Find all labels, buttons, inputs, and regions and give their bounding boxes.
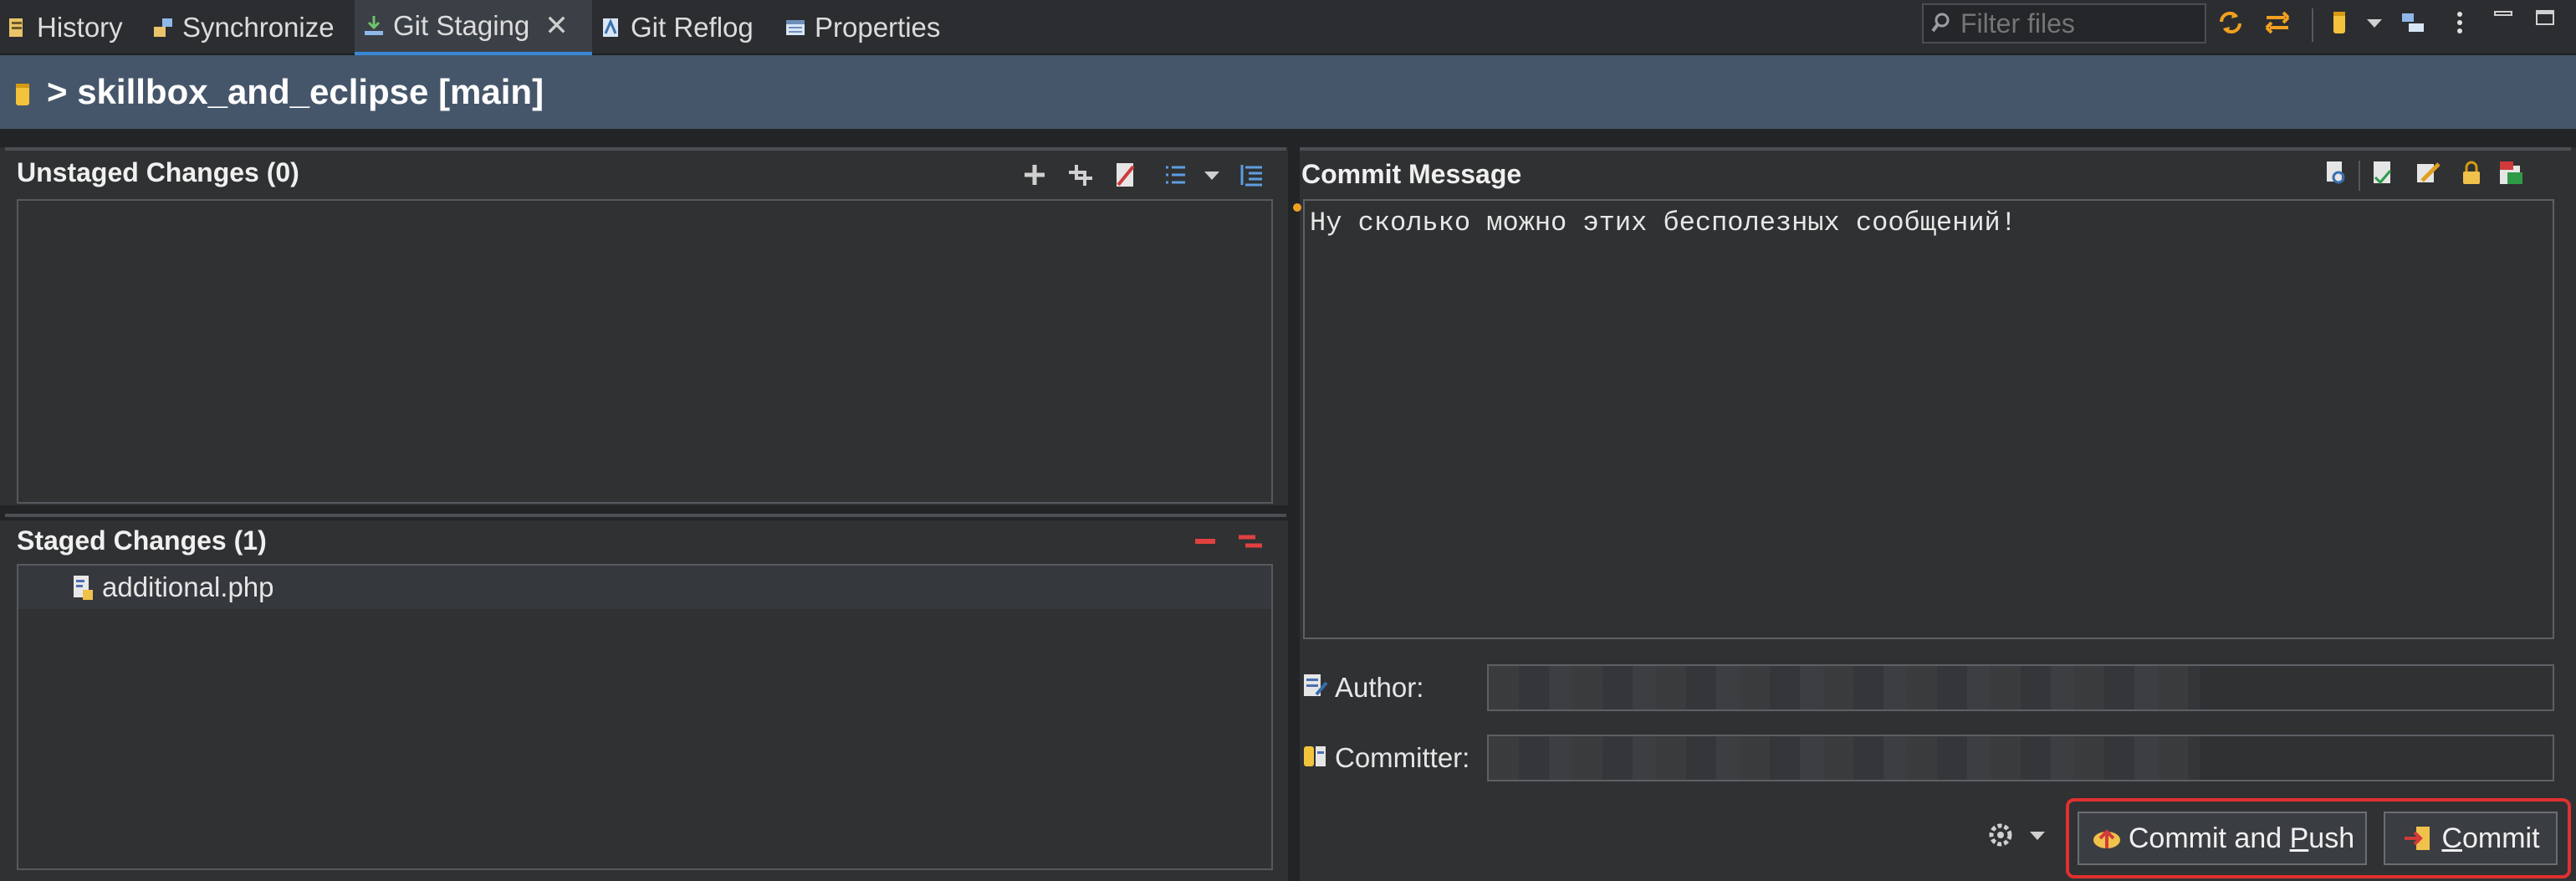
unstage-all-icon[interactable] [1236,527,1265,556]
synchronize-icon [154,18,172,37]
commit-history-icon[interactable] [2322,159,2350,187]
committer-icon [1304,746,1326,766]
tab-history[interactable]: History [7,0,141,55]
properties-icon [786,20,805,35]
change-id-icon[interactable] [2497,159,2526,187]
author-label: Author: [1335,672,1424,703]
refresh-icon[interactable] [2216,8,2245,37]
search-icon [1931,13,1950,33]
file-name: additional.php [102,571,274,602]
staged-title: Staged Changes (1) [17,525,267,556]
unstaged-header: Unstaged Changes (0) [5,147,1286,197]
repository-header: > skillbox_and_eclipse [main] [0,55,2576,129]
filter-files-input[interactable] [1959,7,2205,40]
push-icon [2093,829,2120,848]
gear-icon[interactable] [1986,820,2016,850]
chevron-down-icon[interactable] [2360,8,2389,37]
stage-all-icon[interactable] [1066,161,1094,189]
compare-mode-icon[interactable] [2263,8,2292,37]
ignore-icon[interactable] [1111,161,1139,189]
sash [1288,147,1300,881]
staged-header: Staged Changes (1) [5,514,1286,564]
committer-field[interactable] [1487,735,2554,781]
stage-selected-icon[interactable] [1020,161,1049,189]
commit-message-title: Commit Message [1301,159,1522,189]
repository-icon[interactable] [2325,8,2354,37]
commit-message-header: Commit Message [1300,147,2571,197]
maximize-icon[interactable] [2531,3,2559,32]
commit-message-input[interactable] [1303,199,2554,639]
commit-button[interactable]: Commit [2384,812,2558,865]
php-file-icon [74,576,93,600]
amend-icon[interactable] [2414,159,2442,187]
tab-synchronize[interactable]: Synchronize [152,0,350,55]
tab-git-reflog[interactable]: Git Reflog [601,0,785,55]
unstaged-title: Unstaged Changes (0) [17,157,299,187]
history-icon [9,18,23,37]
commit-and-push-button[interactable]: Commit and Push [2078,812,2367,865]
chevron-down-icon[interactable] [2026,823,2049,847]
author-icon [1304,674,1328,696]
content-assist-icon [1293,203,1301,212]
lock-icon[interactable] [2457,159,2486,187]
repository-title: > skillbox_and_eclipse [main] [47,72,544,111]
tab-git-staging[interactable]: Git Staging ✕ [355,0,592,55]
list-view-icon[interactable] [1161,161,1189,189]
view-menu-icon[interactable] [2446,8,2474,37]
close-icon[interactable]: ✕ [544,9,569,43]
git-reflog-icon [603,18,618,37]
unstage-selected-icon[interactable] [1191,527,1219,556]
redacted-area [1489,666,2200,709]
toolbar-separator [2359,161,2360,191]
layout-icon[interactable] [2399,8,2427,37]
repository-icon [16,84,29,105]
staged-file-list[interactable]: additional.php [17,564,1273,870]
committer-label: Committer: [1335,742,1470,773]
toolbar-separator [2312,8,2313,42]
chevron-down-icon[interactable] [1198,161,1226,189]
commit-icon [2405,827,2430,850]
minimize-icon[interactable] [2489,3,2517,32]
list-item[interactable]: additional.php [18,566,1271,609]
add-signed-off-icon[interactable] [2369,159,2397,187]
author-field[interactable] [1487,664,2554,711]
tab-properties[interactable]: Properties [785,0,969,55]
redacted-area [1489,736,2200,780]
view-tab-bar: History Synchronize Git Staging ✕ Git Re… [0,0,2576,55]
unstaged-file-list[interactable] [17,199,1273,504]
sash [0,129,2576,147]
git-staging-icon [365,16,383,35]
tree-view-icon[interactable] [1238,161,1266,189]
filter-files-field[interactable] [1922,3,2206,44]
